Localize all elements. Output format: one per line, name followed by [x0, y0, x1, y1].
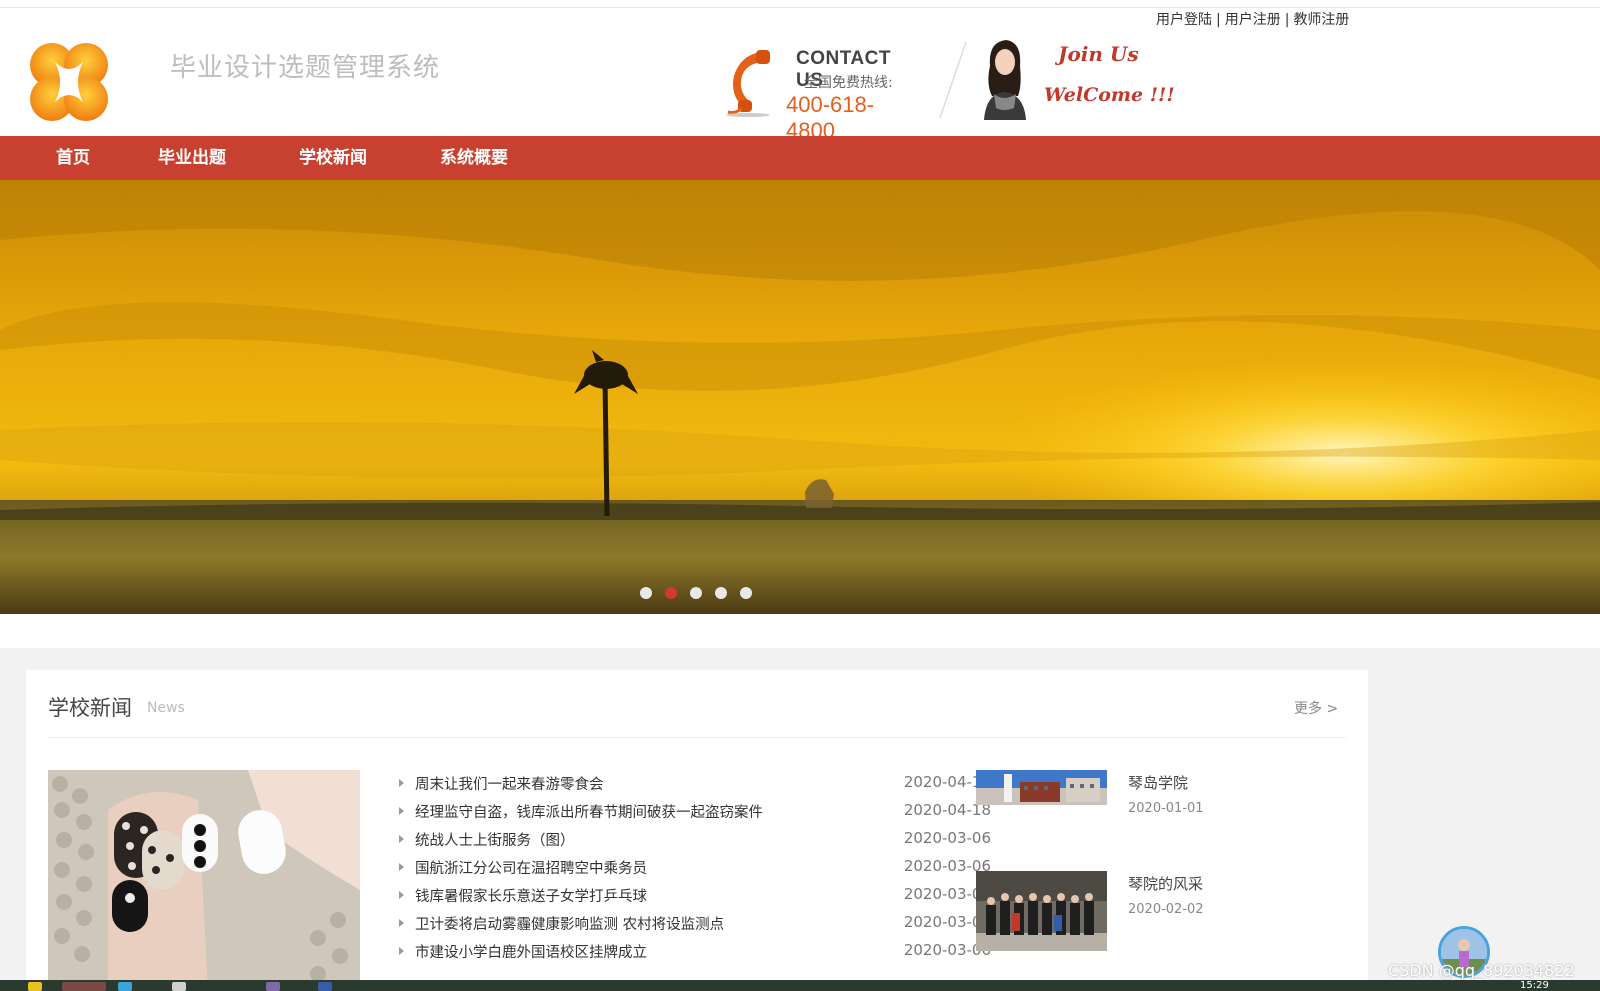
- photo-news-title[interactable]: 琴岛学院: [1128, 772, 1188, 793]
- news-item[interactable]: 市建设小学白鹿外国语校区挂牌成立 2020-03-06: [399, 941, 991, 969]
- phone-icon: [726, 50, 770, 117]
- top-link-separator: |: [1216, 12, 1221, 28]
- login-link[interactable]: 用户登陆: [1156, 12, 1212, 28]
- taskbar-clock: 15:29: [1520, 980, 1549, 991]
- browser-app-icon[interactable]: [62, 982, 106, 991]
- photo-news-date: 2020-01-01: [1128, 801, 1204, 816]
- news-item-title[interactable]: 经理监守自盗，钱库派出所春节期间破获一起盗窃案件: [415, 801, 763, 822]
- slider-dot[interactable]: [690, 587, 702, 599]
- slider-dot[interactable]: [715, 587, 727, 599]
- news-item[interactable]: 经理监守自盗，钱库派出所春节期间破获一起盗窃案件 2020-04-18: [399, 801, 991, 829]
- browser-top-edge: [0, 0, 1600, 8]
- news-section: 学校新闻 News 更多 > 周末让我们一起来春游零食会 2020-04-18: [26, 670, 1368, 991]
- slider-dot[interactable]: [640, 587, 652, 599]
- app-icon[interactable]: [118, 982, 132, 991]
- sunset-banner-image: [0, 180, 1600, 614]
- csdn-watermark: CSDN @qq_892034822: [1388, 961, 1575, 980]
- news-item-title[interactable]: 统战人士上街服务（图）: [415, 829, 575, 850]
- group-photo-thumbnail[interactable]: [976, 871, 1107, 951]
- app-icon[interactable]: [266, 982, 280, 991]
- top-link-separator: |: [1284, 12, 1290, 28]
- campus-building-thumbnail[interactable]: [976, 770, 1107, 805]
- banner-slider[interactable]: [0, 180, 1600, 614]
- news-divider: [48, 737, 1346, 738]
- nav-graduation-topics[interactable]: 毕业出题: [158, 136, 226, 180]
- news-item-title[interactable]: 卫计委将启动雾霾健康影响监测 农村将设监测点: [415, 913, 724, 934]
- folder-icon[interactable]: [28, 982, 42, 991]
- bullet-arrow-icon: [399, 779, 404, 787]
- register-link[interactable]: 用户注册: [1225, 12, 1281, 28]
- bullet-arrow-icon: [399, 863, 404, 871]
- nail-art-image[interactable]: [48, 770, 360, 991]
- bullet-arrow-icon: [399, 891, 404, 899]
- news-item-title[interactable]: 周末让我们一起来春游零食会: [415, 773, 604, 794]
- nav-school-news[interactable]: 学校新闻: [299, 136, 367, 180]
- news-section-title: 学校新闻: [48, 696, 132, 720]
- slider-dot[interactable]: [740, 587, 752, 599]
- bullet-arrow-icon: [399, 919, 404, 927]
- news-section-subtitle: News: [147, 700, 185, 716]
- app-icon[interactable]: [172, 982, 186, 991]
- nav-home[interactable]: 首页: [56, 136, 90, 180]
- news-more-link[interactable]: 更多 >: [1294, 698, 1338, 718]
- site-logo[interactable]: [27, 40, 111, 124]
- bullet-arrow-icon: [399, 807, 404, 815]
- photo-news-item[interactable]: 琴院的风采 2020-02-02: [976, 871, 1356, 961]
- contact-block: CONTACT US 全国免费热线: 400-618-4800: [722, 40, 922, 143]
- site-title: 毕业设计选题管理系统: [170, 53, 441, 83]
- photo-news-date: 2020-02-02: [1128, 902, 1204, 917]
- teacher-register-link[interactable]: 教师注册: [1293, 12, 1349, 28]
- news-item-title[interactable]: 市建设小学白鹿外国语校区挂牌成立: [415, 941, 647, 962]
- slider-dot-active[interactable]: [665, 587, 677, 599]
- app-icon[interactable]: [318, 982, 332, 991]
- os-taskbar: [0, 980, 1600, 991]
- content-spacer: [0, 614, 1600, 648]
- woman-photo: [978, 36, 1030, 120]
- news-item[interactable]: 统战人士上街服务（图） 2020-03-06: [399, 829, 991, 857]
- news-item[interactable]: 国航浙江分公司在温招聘空中乘务员 2020-03-06: [399, 857, 991, 885]
- news-list: 周末让我们一起来春游零食会 2020-04-18 经理监守自盗，钱库派出所春节期…: [399, 773, 991, 969]
- photo-news-title[interactable]: 琴院的风采: [1128, 873, 1203, 894]
- news-item-title[interactable]: 国航浙江分公司在温招聘空中乘务员: [415, 857, 647, 878]
- news-item[interactable]: 钱库暑假家长乐意送子女学打乒乓球 2020-03-06: [399, 885, 991, 913]
- header-divider: [939, 41, 967, 119]
- bullet-arrow-icon: [399, 835, 404, 843]
- welcome-text: WelCome !!!: [1044, 84, 1175, 106]
- news-item[interactable]: 周末让我们一起来春游零食会 2020-04-18: [399, 773, 991, 801]
- photo-news-item[interactable]: 琴岛学院 2020-01-01: [976, 770, 1356, 860]
- news-item[interactable]: 卫计委将启动雾霾健康影响监测 农村将设监测点 2020-03-06: [399, 913, 991, 941]
- news-item-title[interactable]: 钱库暑假家长乐意送子女学打乒乓球: [415, 885, 647, 906]
- nav-system-overview[interactable]: 系统概要: [440, 136, 508, 180]
- bullet-arrow-icon: [399, 947, 404, 955]
- main-nav: 首页 毕业出题 学校新闻 系统概要: [0, 136, 1600, 180]
- join-us-text: Join Us: [1058, 42, 1139, 66]
- top-auth-links: 用户登陆 | 用户注册 | 教师注册: [1156, 9, 1349, 29]
- hotline-label: 全国免费热线:: [804, 75, 893, 91]
